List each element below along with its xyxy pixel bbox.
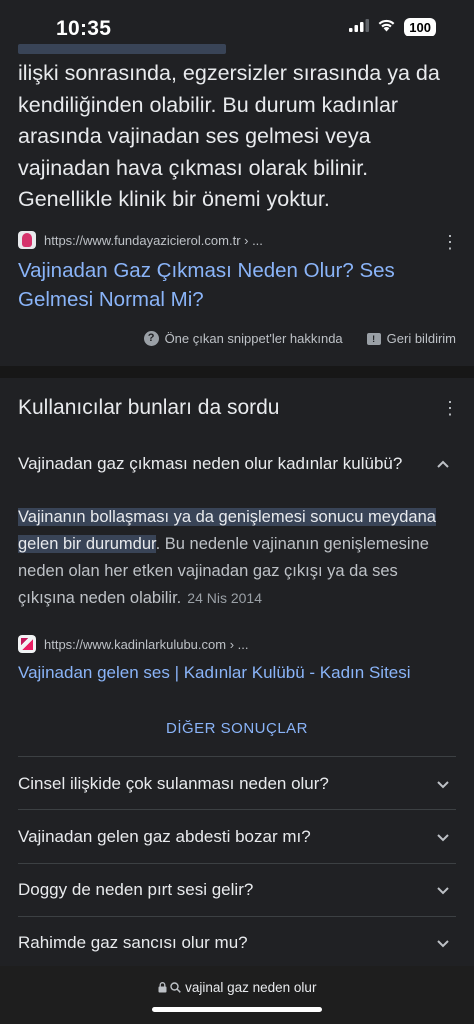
divider (18, 756, 456, 757)
divider (18, 809, 456, 810)
feedback-icon: ! (366, 332, 381, 345)
divider (18, 916, 456, 917)
about-snippets-label: Öne çıkan snippet'ler hakkında (164, 331, 343, 346)
search-icon (170, 980, 185, 995)
snippet-footer: ? Öne çıkan snippet'ler hakkında ! Geri … (143, 331, 456, 346)
paa-source-url[interactable]: https://www.kadinlarkulubu.com › ... (44, 637, 248, 652)
wifi-icon (377, 18, 396, 37)
highlight-remnant (18, 44, 226, 54)
site-favicon-icon (18, 231, 36, 249)
chevron-down-icon[interactable] (436, 936, 450, 950)
help-icon: ? (143, 331, 159, 346)
more-options-icon[interactable]: ⋮ (440, 232, 460, 252)
featured-snippet: ilişki sonrasında, egzersizler sırasında… (0, 36, 474, 366)
paa-question[interactable]: Vajinadan gelen gaz abdesti bozar mı? (18, 827, 456, 847)
about-snippets-button[interactable]: ? Öne çıkan snippet'ler hakkında (143, 331, 343, 346)
chevron-up-icon[interactable] (436, 457, 450, 471)
status-icons: 100 (349, 18, 436, 37)
paa-question[interactable]: Rahimde gaz sancısı olur mu? (18, 933, 456, 953)
snippet-source-url[interactable]: https://www.fundayazicierol.com.tr › ... (44, 233, 263, 248)
feedback-label: Geri bildirim (386, 331, 456, 346)
snippet-text: ilişki sonrasında, egzersizler sırasında… (18, 61, 440, 211)
snippet-source[interactable]: https://www.fundayazicierol.com.tr › ... (18, 230, 263, 250)
paa-source[interactable]: https://www.kadinlarkulubu.com › ... (18, 634, 248, 654)
url-text: vajinal gaz neden olur (185, 980, 317, 995)
browser-url-bar[interactable]: vajinal gaz neden olur (0, 966, 474, 1024)
paa-question[interactable]: Doggy de neden pırt sesi gelir? (18, 880, 456, 900)
paa-more-options-icon[interactable]: ⋮ (440, 398, 460, 418)
site-favicon-icon (18, 635, 36, 653)
section-divider (0, 366, 474, 378)
chevron-down-icon[interactable] (436, 777, 450, 791)
paa-answer: Vajinanın bollaşması ya da genişlemesi s… (18, 504, 458, 612)
snippet-result-link[interactable]: Vajinadan Gaz Çıkması Neden Olur? Ses Ge… (18, 256, 438, 314)
lock-icon (158, 980, 171, 995)
paa-question-expanded[interactable]: Vajinadan gaz çıkması neden olur kadınla… (18, 454, 456, 474)
paa-result-link[interactable]: Vajinadan gelen ses | Kadınlar Kulübü - … (18, 658, 438, 687)
signal-icon (349, 18, 370, 37)
more-results-button[interactable]: DİĞER SONUÇLAR (0, 720, 474, 737)
divider (18, 863, 456, 864)
url-bar-content[interactable]: vajinal gaz neden olur (0, 980, 474, 995)
paa-question[interactable]: Cinsel ilişkide çok sulanması neden olur… (18, 774, 456, 794)
home-indicator[interactable] (152, 1007, 322, 1012)
chevron-down-icon[interactable] (436, 883, 450, 897)
chevron-down-icon[interactable] (436, 830, 450, 844)
people-also-ask: Kullanıcılar bunları da sordu ⋮ Vajinada… (0, 378, 474, 966)
battery-indicator: 100 (404, 18, 436, 37)
feedback-button[interactable]: ! Geri bildirim (366, 331, 456, 346)
answer-date: 24 Nis 2014 (187, 590, 262, 606)
paa-title: Kullanıcılar bunları da sordu (18, 396, 280, 419)
